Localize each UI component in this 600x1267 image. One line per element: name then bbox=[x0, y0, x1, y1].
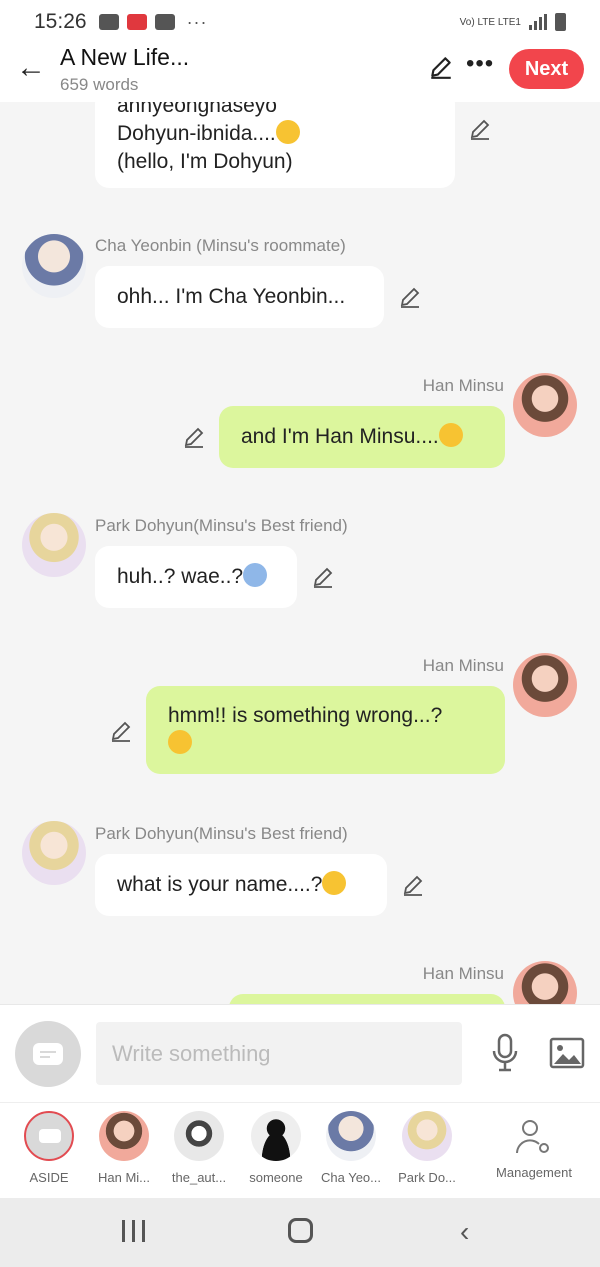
message-bubble[interactable]: annyeonghaseyo Dohyun-ibnida.... (hello,… bbox=[95, 102, 455, 188]
sender-name: Park Dohyun(Minsu's Best friend) bbox=[95, 516, 348, 535]
user-settings-icon bbox=[516, 1120, 549, 1154]
screaming-face-emoji-icon bbox=[243, 563, 268, 587]
sender-name: Park Dohyun(Minsu's Best friend) bbox=[95, 824, 348, 843]
system-navigation-bar: ‹ bbox=[0, 1198, 600, 1267]
system-icons: Vo) LTE LTE1 bbox=[460, 13, 566, 31]
edit-message-icon[interactable] bbox=[182, 425, 206, 449]
message-bubble[interactable]: ohh... I'm Cha Yeonbin... bbox=[95, 266, 384, 328]
avatar-someone-silhouette bbox=[251, 1111, 301, 1161]
role-label: Cha Yeo... bbox=[321, 1170, 381, 1185]
message-input[interactable]: Write something bbox=[96, 1022, 462, 1085]
message-line: Dohyun-ibnida.... bbox=[117, 120, 433, 148]
rolling-eyes-face-emoji-icon bbox=[168, 730, 192, 754]
message-text: huh..? wae..? bbox=[117, 565, 244, 588]
role-the-author[interactable]: the_aut... bbox=[161, 1111, 237, 1185]
sender-name: Han Minsu bbox=[422, 964, 504, 983]
message-bubble[interactable]: hmm!! is something wrong...? bbox=[146, 686, 505, 774]
role-management[interactable]: Management bbox=[488, 1111, 580, 1180]
home-icon[interactable] bbox=[288, 1218, 313, 1243]
message-bubble[interactable] bbox=[229, 994, 505, 1004]
sender-name: Han Minsu bbox=[422, 376, 504, 395]
avatar-han-minsu bbox=[99, 1111, 149, 1161]
recent-apps-icon[interactable] bbox=[122, 1220, 146, 1242]
more-options-icon[interactable]: ••• bbox=[466, 50, 494, 78]
image-icon[interactable] bbox=[549, 1037, 585, 1069]
manga-toon-notification-icon bbox=[126, 14, 147, 30]
aside-icon bbox=[24, 1111, 74, 1161]
role-cha-yeonbin[interactable]: Cha Yeo... bbox=[313, 1111, 389, 1185]
edit-message-icon[interactable] bbox=[468, 117, 492, 141]
status-time: 15:26 bbox=[34, 10, 87, 33]
story-title: A New Life... bbox=[60, 44, 190, 70]
edit-message-icon[interactable] bbox=[398, 285, 422, 309]
role-label: Management bbox=[496, 1165, 572, 1180]
chat-area[interactable]: annyeonghaseyo Dohyun-ibnida.... (hello,… bbox=[0, 102, 600, 1004]
avatar-han-minsu[interactable] bbox=[513, 653, 577, 717]
role-label: Han Mi... bbox=[97, 1170, 150, 1185]
network-indicator: Vo) LTE LTE1 bbox=[459, 16, 521, 28]
role-park-dohyun[interactable]: Park Do... bbox=[389, 1111, 465, 1185]
youtube-notification-icon bbox=[154, 14, 175, 30]
aside-icon bbox=[33, 1043, 63, 1065]
edit-message-icon[interactable] bbox=[109, 719, 133, 743]
edit-message-icon[interactable] bbox=[311, 565, 335, 589]
avatar-han-minsu[interactable] bbox=[513, 961, 577, 1004]
role-aside[interactable]: ASIDE bbox=[11, 1111, 87, 1185]
notification-icons: ··· bbox=[98, 11, 208, 33]
aside-toggle-button[interactable] bbox=[15, 1021, 81, 1087]
edit-pen-icon[interactable] bbox=[428, 54, 454, 80]
message-bubble[interactable]: and I'm Han Minsu.... bbox=[219, 406, 505, 468]
microphone-icon[interactable] bbox=[490, 1033, 520, 1073]
message-bubble[interactable]: huh..? wae..? bbox=[95, 546, 297, 608]
message-bubble[interactable]: what is your name....? bbox=[95, 854, 387, 916]
more-notifications-icon: ··· bbox=[186, 11, 208, 32]
signal-icon bbox=[529, 14, 547, 30]
exploding-head-emoji-icon bbox=[322, 871, 347, 895]
message-text: what is your name....? bbox=[117, 873, 323, 896]
avatar-park-dohyun[interactable] bbox=[22, 821, 86, 885]
role-someone[interactable]: someone bbox=[238, 1111, 314, 1185]
role-label: ASIDE bbox=[29, 1170, 69, 1185]
role-label: someone bbox=[249, 1170, 303, 1185]
smiling-face-emoji-icon bbox=[438, 423, 463, 447]
word-count: 659 words bbox=[60, 75, 139, 94]
message-line: (hello, I'm Dohyun) bbox=[117, 150, 293, 173]
back-arrow-icon[interactable]: ← bbox=[16, 53, 46, 84]
avatar-park-dohyun bbox=[402, 1111, 452, 1161]
sender-name: Cha Yeonbin (Minsu's roommate) bbox=[95, 236, 346, 255]
avatar-park-dohyun[interactable] bbox=[22, 513, 86, 577]
story-header: ← A New Life... 659 words ••• Next bbox=[0, 44, 600, 102]
edit-message-icon[interactable] bbox=[401, 873, 425, 897]
avatar-the-author bbox=[174, 1111, 224, 1161]
message-text: and I'm Han Minsu.... bbox=[241, 425, 439, 448]
grinning-face-emoji-icon bbox=[275, 120, 300, 144]
message-text: hmm!! is something wrong...? bbox=[168, 704, 443, 727]
status-bar: 15:26 ··· Vo) LTE LTE1 bbox=[0, 0, 600, 44]
avatar-cha-yeonbin[interactable] bbox=[22, 234, 86, 298]
avatar-han-minsu[interactable] bbox=[513, 373, 577, 437]
next-button[interactable]: Next bbox=[509, 49, 584, 89]
role-label: the_aut... bbox=[171, 1170, 227, 1185]
character-role-bar: ASIDE Han Mi... the_aut... someone Cha Y… bbox=[0, 1102, 600, 1198]
role-han-minsu[interactable]: Han Mi... bbox=[86, 1111, 162, 1185]
avatar-cha-yeonbin bbox=[326, 1111, 376, 1161]
gallery-notification-icon bbox=[98, 14, 119, 30]
composer-bar: Write something bbox=[0, 1004, 600, 1102]
battery-icon bbox=[555, 13, 566, 31]
back-chevron-icon[interactable]: ‹ bbox=[460, 1216, 469, 1248]
message-line: annyeonghaseyo bbox=[117, 102, 277, 117]
role-label: Park Do... bbox=[398, 1170, 456, 1185]
sender-name: Han Minsu bbox=[422, 656, 504, 675]
message-text: ohh... I'm Cha Yeonbin... bbox=[117, 285, 346, 308]
